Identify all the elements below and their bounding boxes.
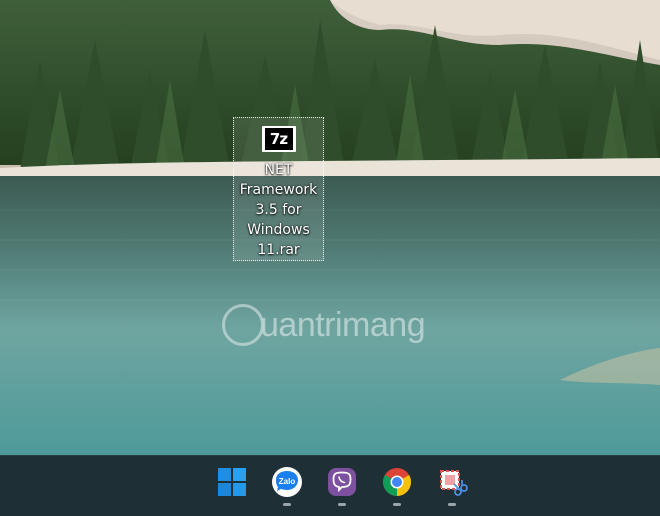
desktop-wallpaper: [0, 0, 660, 455]
7zip-archive-icon: 7z: [261, 126, 296, 152]
archive-badge: 7z: [264, 128, 293, 150]
watermark-text: uantrimang: [260, 305, 426, 344]
taskbar-snipping-tool[interactable]: [432, 466, 472, 510]
zalo-icon: Zalo: [271, 466, 303, 498]
running-indicator: [393, 503, 401, 506]
file-label: NET Framework 3.5 for Windows 11.rar: [239, 162, 318, 258]
taskbar-chrome[interactable]: [377, 466, 417, 510]
viber-icon: [326, 466, 358, 498]
taskbar: Zalo: [0, 455, 660, 516]
desktop-file-rar[interactable]: 7z NET Framework 3.5 for Windows 11.rar: [233, 117, 324, 261]
zalo-icon-text: Zalo: [279, 477, 296, 486]
lightbulb-icon: [222, 304, 264, 346]
running-indicator: [448, 503, 456, 506]
windows-logo-icon: [216, 466, 248, 498]
watermark: uantrimang: [222, 300, 452, 350]
chrome-icon: [381, 466, 413, 498]
taskbar-zalo[interactable]: Zalo: [267, 466, 307, 510]
start-button[interactable]: [212, 466, 252, 510]
snipping-tool-icon: [436, 466, 468, 498]
running-indicator: [283, 503, 291, 506]
taskbar-viber[interactable]: [322, 466, 362, 510]
running-indicator: [338, 503, 346, 506]
